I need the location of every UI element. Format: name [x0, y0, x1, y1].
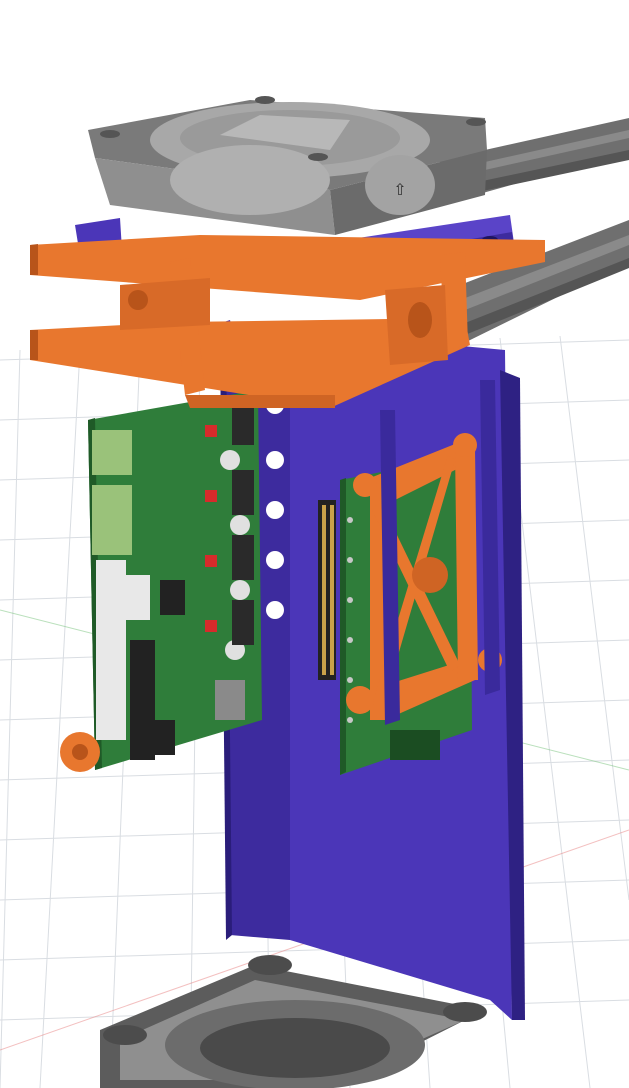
model-canvas: ⇧	[0, 96, 629, 1088]
control-board-wheel	[60, 732, 100, 772]
cad-viewport[interactable]: ⇧	[0, 0, 629, 1088]
top-fan[interactable]: ⇧	[88, 96, 487, 235]
control-board[interactable]	[88, 390, 284, 770]
fan-direction-arrow-icon: ⇧	[393, 180, 406, 199]
